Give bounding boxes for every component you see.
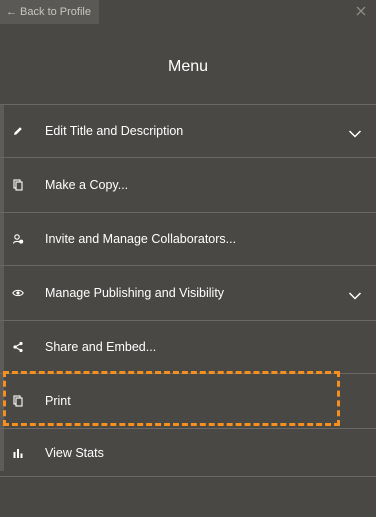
eye-icon (12, 287, 24, 299)
menu-item-print[interactable]: Print (0, 373, 376, 428)
stats-icon (12, 447, 24, 459)
menu-item-invite-collaborators[interactable]: Invite and Manage Collaborators... (0, 212, 376, 265)
share-icon (12, 341, 24, 353)
menu-item-make-copy[interactable]: Make a Copy... (0, 157, 376, 212)
print-icon (12, 395, 24, 407)
menu-item-label: Manage Publishing and Visibility (45, 286, 225, 300)
menu-item-label: Invite and Manage Collaborators... (45, 232, 237, 246)
menu-item-manage-publishing[interactable]: Manage Publishing and Visibility (0, 265, 376, 320)
menu-panel: ← Back to Profile Menu Edit Title and De… (0, 0, 376, 517)
menu-item-label: View Stats (45, 445, 104, 460)
menu-item-label: Edit Title and Description (45, 124, 184, 138)
back-to-profile-button[interactable]: ← Back to Profile (0, 0, 99, 24)
menu-list: Edit Title and Description Make a Copy..… (0, 104, 376, 477)
menu-item-edit-title[interactable]: Edit Title and Description (0, 104, 376, 157)
menu-item-label: Share and Embed... (45, 340, 157, 354)
menu-item-view-stats[interactable]: View Stats (0, 428, 376, 477)
menu-item-label: Print (45, 394, 71, 408)
close-icon[interactable] (354, 4, 368, 18)
collaborators-icon (12, 233, 24, 245)
menu-title: Menu (167, 58, 209, 75)
pencil-icon (12, 125, 24, 137)
menu-item-label: Make a Copy... (45, 178, 129, 192)
back-to-profile-label: ← Back to Profile (6, 6, 91, 18)
chevron-down-icon[interactable] (348, 288, 362, 300)
chevron-down-icon[interactable] (348, 126, 362, 138)
menu-item-share-embed[interactable]: Share and Embed... (0, 320, 376, 373)
copy-icon (12, 179, 24, 191)
